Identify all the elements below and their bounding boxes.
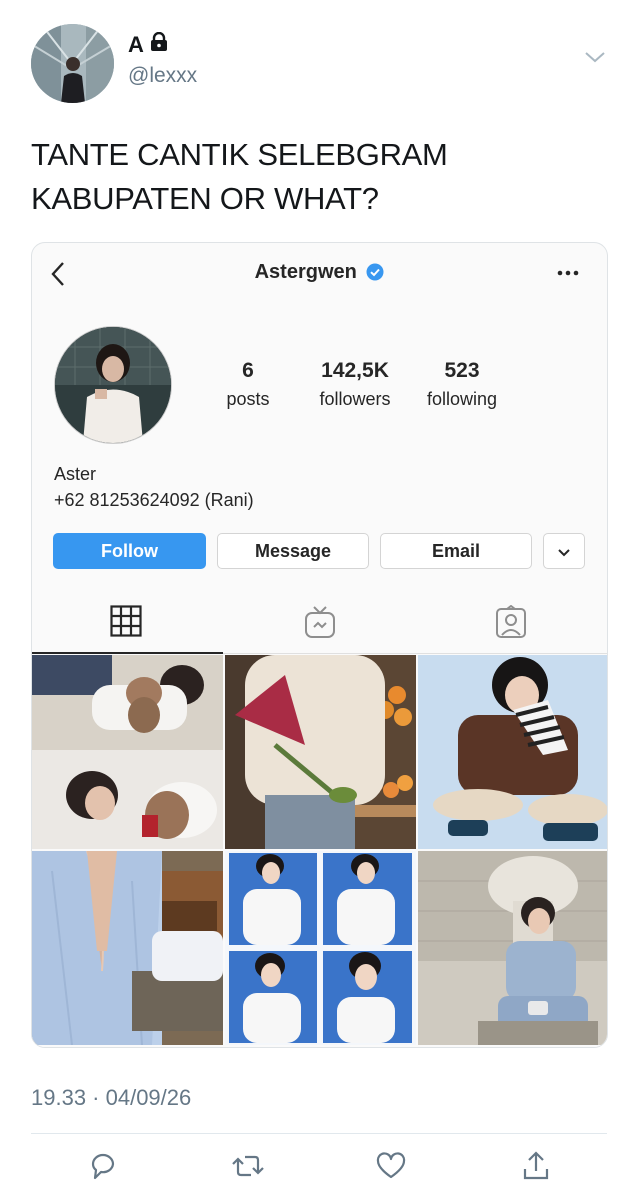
display-name: A [128,32,144,57]
attached-image[interactable]: Astergwen 6 posts 142,5K followers 523 f… [31,242,608,1048]
igtv-icon [304,605,336,644]
chevron-down-icon [558,541,570,562]
photo-grid [32,655,607,1047]
tweet-text: TANTE CANTIK SELEBGRAM KABUPATEN OR WHAT… [31,133,591,221]
ig-stat-following: 523 following [416,359,508,410]
email-button: Email [380,533,532,569]
ig-profile-picture [54,326,172,444]
message-button: Message [217,533,369,569]
ig-username: Astergwen [254,261,357,283]
stat-value: 6 [242,359,254,382]
share-icon[interactable] [520,1150,552,1182]
like-icon[interactable] [375,1150,407,1182]
stat-value: 523 [444,359,480,382]
grid-photo [225,851,416,1045]
grid-photo [418,655,607,849]
grid-photo [32,851,223,1045]
tweet-text-line: TANTE CANTIK SELEBGRAM [31,137,448,172]
stat-label: following [426,389,498,409]
stat-label: followers [319,389,391,409]
stat-label: posts [226,389,270,409]
tweet-timestamp[interactable]: 19.33 · 04/09/26 [31,1085,191,1111]
grid-photo [225,655,416,849]
lock-icon [150,31,168,58]
author-avatar[interactable] [31,24,114,103]
ig-bio-name: Aster [54,464,97,484]
active-tab-indicator [32,652,223,654]
ig-profile-title: Astergwen [32,261,607,287]
grid-photo [32,655,223,849]
grid-icon [110,605,142,642]
ig-stat-posts: 6 posts [218,359,278,410]
retweet-icon[interactable] [231,1150,264,1182]
suggested-dropdown-button [543,533,585,569]
ig-bio-phone: +62 81253624092 (Rani) [54,490,254,510]
action-divider [31,1133,607,1134]
verified-badge-icon [366,263,384,287]
author-name[interactable]: A [128,31,168,58]
grid-photo [418,851,607,1045]
reply-icon[interactable] [87,1150,119,1182]
ig-stat-followers: 142,5K followers [310,359,400,410]
tagged-icon [495,604,527,644]
author-handle: @lexxx [128,64,198,87]
stat-value: 142,5K [321,359,389,382]
tweet-text-line: KABUPATEN OR WHAT? [31,181,379,216]
follow-button: Follow [53,533,206,569]
chevron-down-icon[interactable] [584,50,606,69]
more-options-icon [556,261,580,291]
